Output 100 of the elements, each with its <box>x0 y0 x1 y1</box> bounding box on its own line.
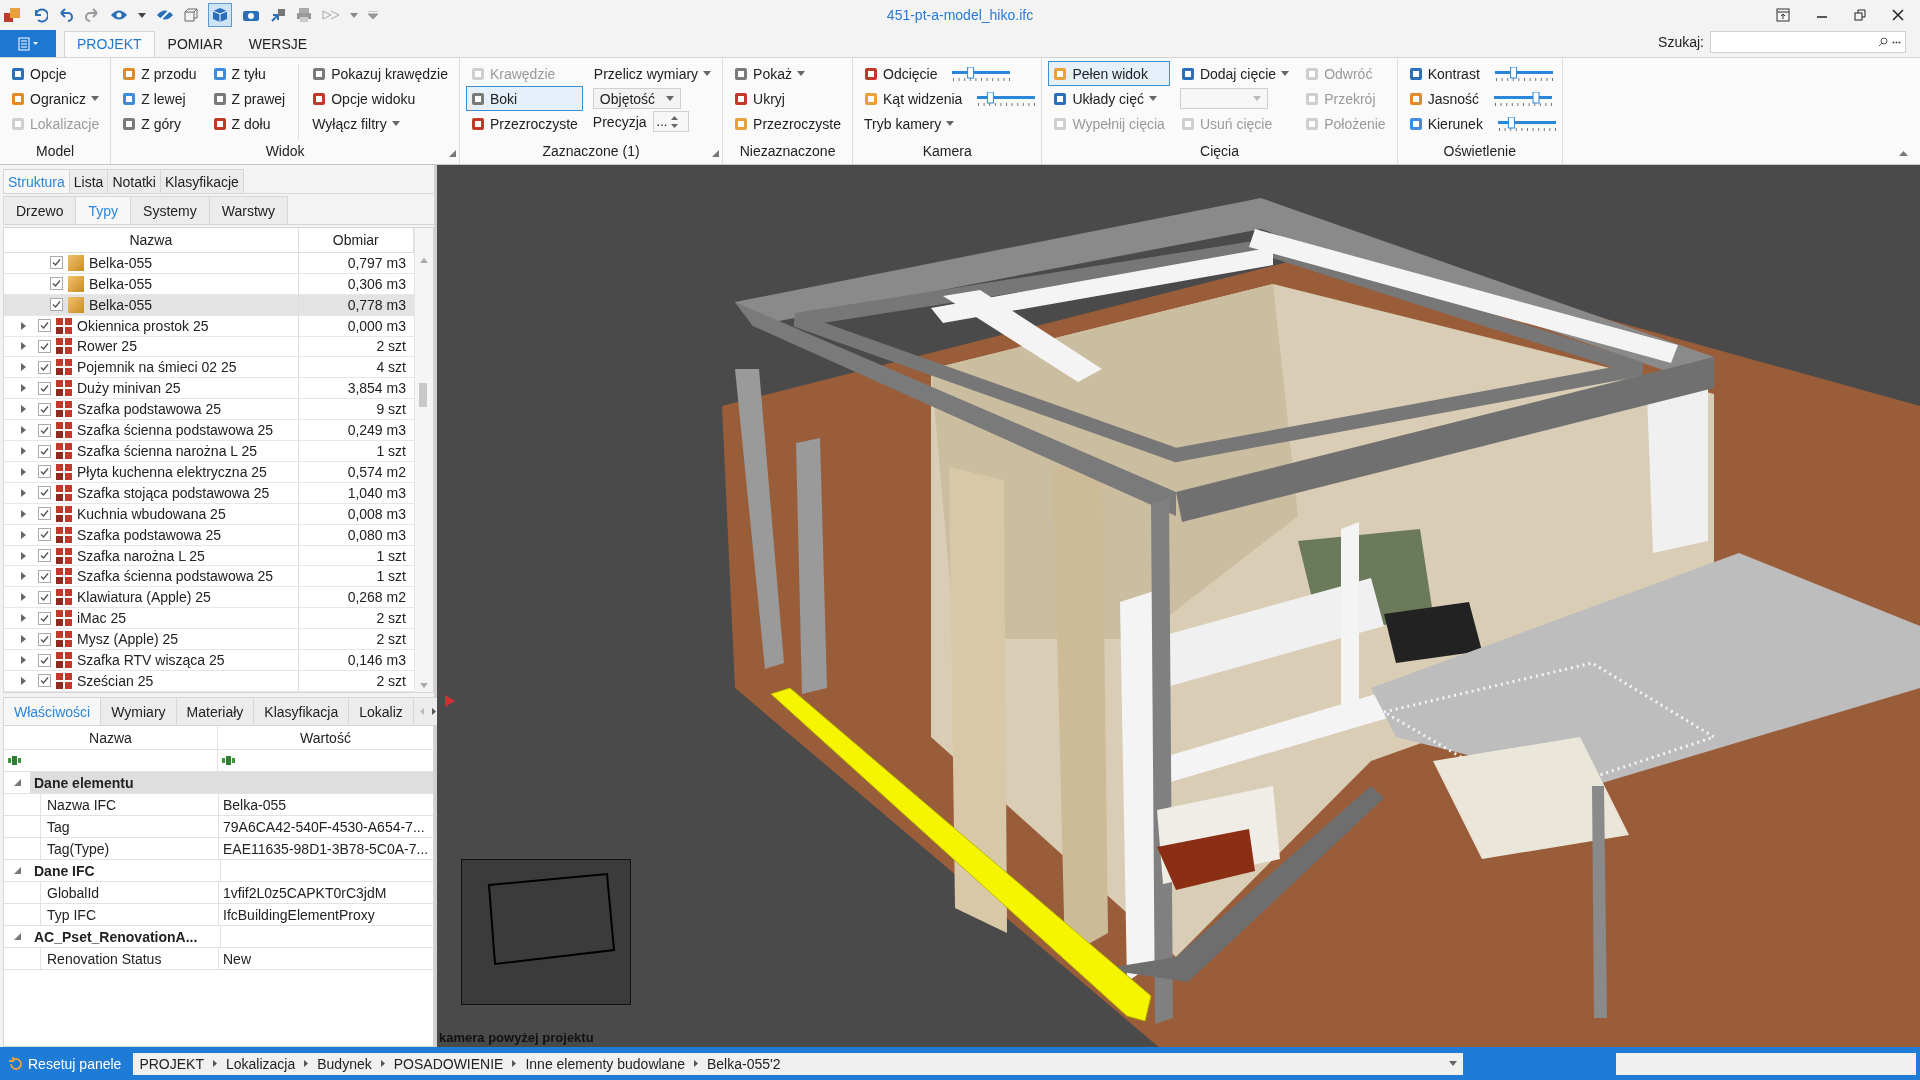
column-header[interactable]: Nazwa <box>4 228 299 252</box>
checkbox[interactable] <box>38 632 51 646</box>
panel-tab[interactable]: Klasyfikacja <box>253 697 350 725</box>
breadcrumb-item[interactable]: Budynek <box>317 1055 372 1072</box>
tree-row[interactable]: iMac 25 2 szt <box>4 608 414 630</box>
slider-track[interactable] <box>977 91 1036 106</box>
collapse-arrow-icon[interactable] <box>14 933 21 940</box>
slider-track[interactable] <box>952 66 1011 81</box>
panel-tab[interactable]: Lokaliz <box>348 697 414 725</box>
ribbon-tab[interactable]: WERSJE <box>235 31 321 57</box>
checkbox[interactable] <box>38 507 51 521</box>
ribbon-toggle-button[interactable]: Pełen widok <box>1048 61 1170 86</box>
slider-thumb[interactable] <box>1509 66 1517 78</box>
ribbon-button[interactable]: Dodaj cięcie <box>1175 61 1295 86</box>
ribbon-button[interactable]: Tryb kamery <box>859 111 1036 136</box>
ribbon-button[interactable]: Układy cięć <box>1048 86 1170 111</box>
tree-row[interactable]: Okiennica prostok 25 0,000 m3 <box>4 315 414 337</box>
expand-arrow-icon[interactable] <box>21 656 26 665</box>
tree-row[interactable]: Szafka podstawowa 25 0,080 m3 <box>4 524 414 546</box>
camera-icon[interactable] <box>242 8 260 22</box>
ribbon-button[interactable]: Kierunek <box>1403 111 1488 136</box>
checkbox[interactable] <box>38 549 51 563</box>
ribbon-button[interactable]: Wyłącz filtry <box>307 111 453 136</box>
panel-tab[interactable]: Notatki <box>107 169 161 193</box>
ribbon-button[interactable]: Pokazuj krawędzie <box>307 61 453 86</box>
slider-track[interactable] <box>1494 66 1553 81</box>
expand-arrow-icon[interactable] <box>21 447 26 455</box>
ribbon-button[interactable]: Z dołu <box>207 111 291 136</box>
column-header[interactable]: Wartość <box>218 726 433 749</box>
tree-row[interactable]: Mysz (Apple) 25 2 szt <box>4 629 414 651</box>
property-group-header[interactable]: Dane IFC <box>30 860 220 881</box>
undo-icon[interactable] <box>32 7 48 23</box>
checkbox[interactable] <box>38 569 51 583</box>
close-icon[interactable] <box>1892 9 1904 21</box>
hidden-eye-icon[interactable] <box>156 8 174 22</box>
tree-row[interactable]: Sześcian 25 2 szt <box>4 671 414 692</box>
ribbon-button[interactable]: Pokaż <box>729 61 846 86</box>
expand-arrow-icon[interactable] <box>21 321 26 330</box>
breadcrumb-item[interactable]: Lokalizacja <box>226 1055 296 1072</box>
highlighted-beam[interactable] <box>770 687 1152 1022</box>
checkbox[interactable] <box>38 402 51 416</box>
slider-thumb[interactable] <box>1507 116 1515 128</box>
slider-track[interactable] <box>1497 116 1556 131</box>
view-tab[interactable]: Systemy <box>130 196 210 224</box>
redo-icon[interactable] <box>84 7 100 23</box>
reset-panels-button[interactable]: Resetuj panele <box>4 1055 126 1072</box>
checkbox[interactable] <box>38 465 51 479</box>
checkbox[interactable] <box>38 360 51 374</box>
slider-thumb[interactable] <box>987 91 995 103</box>
ribbon-button[interactable]: Odcięcie <box>859 61 943 86</box>
search-field[interactable] <box>1710 31 1906 53</box>
tree-row[interactable]: Belka-055 0,797 m3 <box>4 252 414 274</box>
toolbar-toggle[interactable] <box>208 3 232 27</box>
panel-tab[interactable]: Struktura <box>3 169 70 193</box>
tree-row[interactable]: Szafka podstawowa 25 9 szt <box>4 399 414 421</box>
eye-icon[interactable] <box>110 9 128 21</box>
panel-tab[interactable]: Materiały <box>175 697 255 725</box>
property-group-header[interactable]: AC_Pset_RenovationA... <box>30 926 220 947</box>
checkbox[interactable] <box>38 486 51 500</box>
undo-icon[interactable] <box>58 7 74 23</box>
tree-row[interactable]: Duży minivan 25 3,854 m3 <box>4 378 414 400</box>
tree-row[interactable]: Klawiatura (Apple) 25 0,268 m2 <box>4 587 414 609</box>
tree-row[interactable]: Kuchnia wbudowana 25 0,008 m3 <box>4 503 414 525</box>
expand-arrow-icon[interactable] <box>21 363 26 372</box>
ribbon-button[interactable]: Z góry <box>117 111 202 136</box>
ribbon-button[interactable]: Z prawej <box>207 86 291 111</box>
expand-arrow-icon[interactable] <box>21 405 26 414</box>
ribbon-tab[interactable]: PROJEKT <box>64 31 155 57</box>
printer-icon[interactable] <box>296 7 312 23</box>
expand-arrow-icon[interactable] <box>21 572 26 581</box>
panel-tab[interactable]: Właściwości <box>3 697 102 725</box>
column-header[interactable]: Nazwa <box>4 726 218 749</box>
tree-row[interactable]: Szafka narożna L 25 1 szt <box>4 545 414 567</box>
restore-icon[interactable] <box>1854 9 1866 21</box>
checkbox[interactable] <box>38 319 51 333</box>
ribbon-button[interactable]: Z lewej <box>117 86 202 111</box>
checkbox[interactable] <box>38 653 51 667</box>
ribbon-display-icon[interactable] <box>1776 8 1790 22</box>
tree-row[interactable]: Belka-055 0,306 m3 <box>4 273 414 295</box>
expand-arrow-icon[interactable] <box>21 342 26 351</box>
dialog-launcher-icon[interactable] <box>712 150 720 157</box>
checkbox[interactable] <box>38 381 51 395</box>
ribbon-button[interactable]: Opcje widoku <box>307 86 453 111</box>
filter-icon[interactable] <box>222 756 236 765</box>
expand-arrow-icon[interactable] <box>21 509 26 518</box>
expand-arrow-icon[interactable] <box>21 530 26 539</box>
collapse-arrow-icon[interactable] <box>14 779 21 786</box>
expand-arrow-icon[interactable] <box>21 614 26 623</box>
checkbox[interactable] <box>38 674 51 688</box>
expand-arrow-icon[interactable] <box>21 426 26 435</box>
breadcrumb-bar[interactable]: PROJEKT Lokalizacja Budynek POSADOWIENIE Inne elementy budowlane Belka-055'2 <box>133 1052 1464 1075</box>
tree-row[interactable]: Szafka stojąca podstawowa 25 1,040 m3 <box>4 482 414 504</box>
tree-row[interactable]: Belka-055 0,778 m3 <box>4 294 414 316</box>
cube-icon[interactable] <box>184 8 198 22</box>
slider-track[interactable] <box>1494 91 1552 106</box>
checkbox[interactable] <box>38 339 51 353</box>
ribbon-button[interactable]: Kąt widzenia <box>859 86 968 111</box>
panel-tab[interactable]: Wymiary <box>100 697 177 725</box>
ribbon-toggle-button[interactable]: Przezroczyste <box>465 111 583 136</box>
ribbon-button[interactable]: Jasność <box>1403 86 1484 111</box>
